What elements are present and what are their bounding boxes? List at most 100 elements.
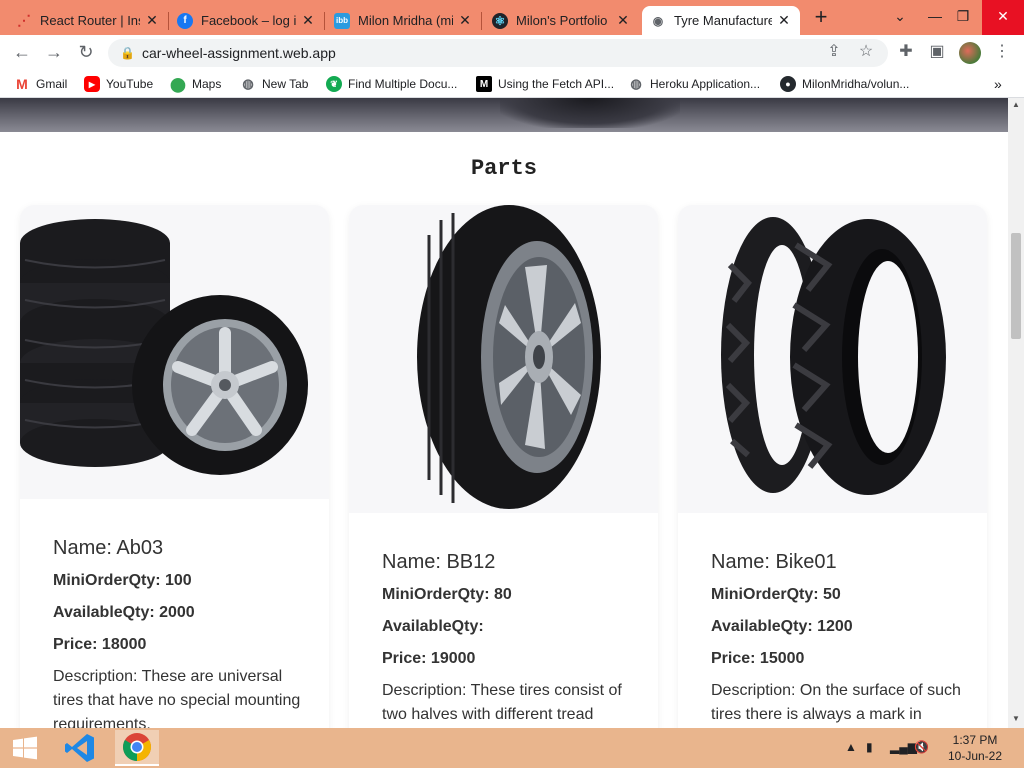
- network-icon[interactable]: ▂▄▆: [890, 740, 917, 754]
- vscode-icon[interactable]: [58, 730, 102, 766]
- tab-title: Milon's Portfolio: [516, 13, 608, 28]
- scrollbar-thumb[interactable]: [1011, 233, 1021, 339]
- part-min-order: MiniOrderQty: 80: [382, 586, 512, 603]
- url-text: car-wheel-assignment.web.app: [142, 45, 336, 61]
- part-price: Price: 15000: [711, 650, 805, 667]
- bookmark-github[interactable]: ● MilonMridha/volun...: [780, 75, 909, 93]
- section-title: Parts: [470, 156, 537, 181]
- part-description: Description: These tires consist of two …: [382, 682, 622, 723]
- windows-start-icon[interactable]: [0, 728, 50, 768]
- tab-search-icon[interactable]: ⌄: [885, 0, 915, 35]
- mongodb-icon: ❦: [326, 76, 342, 92]
- globe-icon: ◍: [242, 76, 254, 91]
- part-description: Description: These are universal tires t…: [53, 668, 301, 728]
- forward-icon[interactable]: →: [42, 40, 66, 64]
- mdn-icon: M: [476, 76, 492, 92]
- bookmark-label: Using the Fetch API...: [498, 77, 615, 91]
- chrome-icon[interactable]: [115, 730, 159, 766]
- bookmark-label: Gmail: [36, 77, 68, 91]
- browser-tab-strip: ⋰ React Router | Ins ✕ f Facebook – log …: [0, 0, 1024, 35]
- bookmark-youtube[interactable]: ▶ YouTube: [84, 75, 153, 93]
- tab-tyre-manufacture[interactable]: ◉ Tyre Manufacture ✕: [642, 6, 800, 35]
- bookmark-heroku[interactable]: ◍ Heroku Application...: [628, 75, 760, 93]
- clock-time: 1:37 PM: [952, 733, 998, 747]
- bookmark-label: Maps: [192, 77, 222, 91]
- bookmark-gmail[interactable]: M Gmail: [14, 75, 67, 93]
- bookmark-label: YouTube: [106, 77, 154, 91]
- part-name: Name: Ab03: [53, 537, 164, 559]
- page-viewport: Parts Name: Ab03 MiniOrderQty: 100 Avail…: [0, 98, 1008, 728]
- bookmark-label: Heroku Application...: [650, 77, 761, 91]
- part-image-car-tire: [349, 205, 658, 513]
- part-details: Name: BB12 MiniOrderQty: 80 AvailableQty…: [382, 549, 638, 727]
- tab-portfolio[interactable]: ⚛ Milon's Portfolio ✕: [484, 6, 639, 35]
- bookmark-maps[interactable]: ⬤ Maps: [170, 75, 221, 93]
- maps-icon: ⬤: [170, 75, 186, 92]
- hero-tire-image: [500, 98, 680, 128]
- tab-react-router[interactable]: ⋰ React Router | Ins ✕: [8, 6, 168, 35]
- volume-muted-icon[interactable]: 🔇: [914, 740, 929, 754]
- scroll-down-icon[interactable]: ▼: [1008, 714, 1024, 723]
- facebook-icon: f: [177, 12, 193, 29]
- avatar[interactable]: [959, 42, 981, 64]
- new-tab-button[interactable]: +: [808, 5, 834, 31]
- bookmark-new-tab[interactable]: ◍ New Tab: [240, 75, 308, 93]
- close-tab-icon[interactable]: ✕: [776, 12, 792, 29]
- close-tab-icon[interactable]: ✕: [457, 12, 473, 29]
- globe-icon: ◉: [652, 13, 664, 28]
- github-icon: ●: [780, 76, 796, 92]
- vertical-scrollbar[interactable]: [1008, 98, 1024, 728]
- hero-banner: [0, 98, 1008, 132]
- part-details: Name: Bike01 MiniOrderQty: 50 AvailableQ…: [711, 549, 967, 727]
- close-window-icon[interactable]: ✕: [982, 0, 1024, 35]
- bookmark-mongodb[interactable]: ❦ Find Multiple Docu...: [326, 75, 457, 93]
- minimize-icon[interactable]: —: [920, 0, 950, 35]
- ibb-icon: ibb: [334, 12, 350, 29]
- gmail-icon: M: [16, 76, 28, 92]
- part-details: Name: Ab03 MiniOrderQty: 100 AvailableQt…: [53, 535, 309, 728]
- part-card: Name: Ab03 MiniOrderQty: 100 AvailableQt…: [20, 205, 329, 728]
- close-tab-icon[interactable]: ✕: [300, 12, 316, 29]
- scroll-up-icon[interactable]: ▲: [1008, 100, 1024, 109]
- tab-divider: [481, 12, 482, 30]
- battery-icon[interactable]: ▮: [866, 740, 873, 754]
- bookmark-label: Find Multiple Docu...: [348, 77, 458, 91]
- lock-icon: 🔒: [120, 46, 135, 60]
- extensions-icon[interactable]: ✚: [894, 40, 918, 64]
- bookmark-mdn[interactable]: M Using the Fetch API...: [476, 75, 614, 93]
- close-tab-icon[interactable]: ✕: [144, 12, 160, 29]
- more-bookmarks-icon[interactable]: »: [994, 75, 1002, 93]
- restore-icon[interactable]: ❐: [948, 0, 978, 35]
- part-image-stacked-tires: [20, 205, 329, 499]
- bookmark-label: New Tab: [262, 77, 309, 91]
- close-tab-icon[interactable]: ✕: [615, 12, 631, 29]
- reload-icon[interactable]: ↻: [74, 40, 98, 64]
- side-panel-icon[interactable]: ▣: [925, 40, 949, 64]
- part-available: AvailableQty: 1200: [711, 618, 853, 635]
- react-icon: ⚛: [492, 12, 508, 29]
- tab-imgbb[interactable]: ibb Milon Mridha (mi ✕: [326, 6, 481, 35]
- part-available: AvailableQty: 2000: [53, 604, 195, 621]
- part-card: Name: BB12 MiniOrderQty: 80 AvailableQty…: [349, 205, 658, 728]
- windows-taskbar: ▲ ▮ ▂▄▆ 🔇 1:37 PM 10-Jun-22: [0, 728, 1024, 768]
- tab-title: Tyre Manufacture: [674, 13, 772, 28]
- part-card: Name: Bike01 MiniOrderQty: 50 AvailableQ…: [678, 205, 987, 728]
- part-price: Price: 18000: [53, 636, 147, 653]
- part-min-order: MiniOrderQty: 50: [711, 586, 841, 603]
- tab-title: Milon Mridha (mi: [358, 13, 453, 28]
- react-router-icon: ⋰: [17, 12, 31, 28]
- bookmark-star-icon[interactable]: ☆: [854, 40, 878, 64]
- tab-facebook[interactable]: f Facebook – log in ✕: [169, 6, 324, 35]
- part-image-bike-tires: [678, 205, 987, 513]
- share-icon[interactable]: ⇪: [822, 40, 846, 64]
- clock-date: 10-Jun-22: [947, 749, 1003, 763]
- bookmark-label: MilonMridha/volun...: [802, 77, 910, 91]
- back-icon[interactable]: ←: [10, 40, 34, 64]
- show-hidden-icons-icon[interactable]: ▲: [845, 740, 857, 754]
- address-bar[interactable]: 🔒 car-wheel-assignment.web.app: [108, 39, 888, 67]
- globe-icon: ◍: [630, 76, 642, 91]
- part-price: Price: 19000: [382, 650, 476, 667]
- part-name: Name: BB12: [382, 551, 496, 573]
- system-clock[interactable]: 1:37 PM 10-Jun-22: [940, 732, 1010, 764]
- menu-icon[interactable]: ⋮: [990, 40, 1014, 64]
